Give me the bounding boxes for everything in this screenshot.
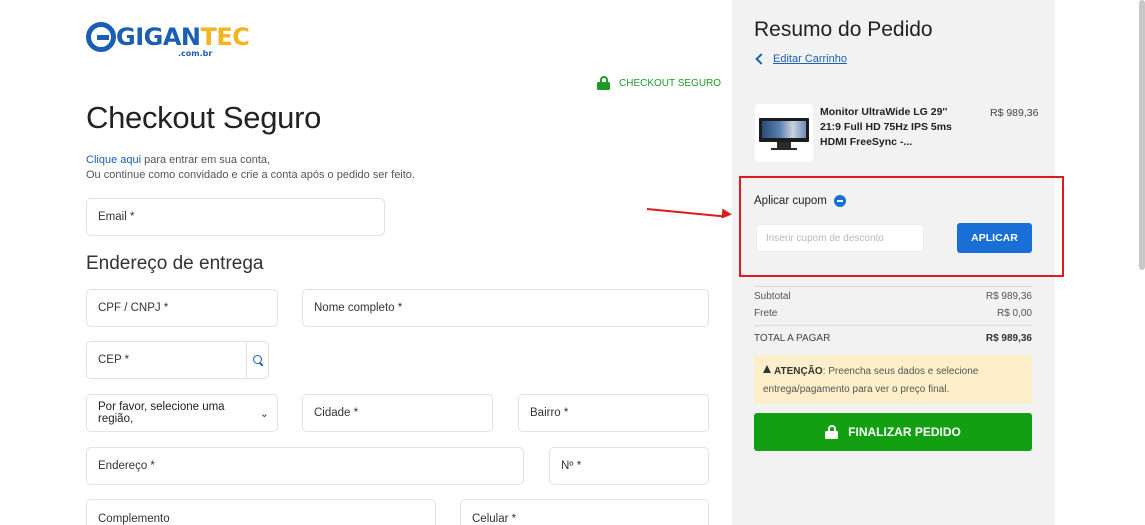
cpf-cnpj-field[interactable]: CPF / CNPJ * bbox=[86, 289, 278, 327]
region-select-value: Por favor, selecione uma região, bbox=[98, 401, 225, 425]
complement-label: Complemento bbox=[98, 513, 170, 525]
coupon-input[interactable] bbox=[756, 224, 924, 252]
subtotal-value: R$ 989,36 bbox=[985, 291, 1032, 302]
attention-notice: ATENÇÃO: Preencha seus dados e selecione… bbox=[754, 355, 1032, 404]
collapse-minus-icon bbox=[833, 195, 846, 207]
monitor-image bbox=[759, 118, 809, 142]
phone-field[interactable]: Celular * bbox=[460, 499, 709, 525]
secure-checkout-badge: CHECKOUT SEGURO bbox=[597, 76, 721, 90]
coupon-toggle[interactable]: Aplicar cupom bbox=[754, 195, 846, 207]
apply-coupon-button[interactable]: APLICAR bbox=[957, 223, 1032, 253]
coupon-label: Aplicar cupom bbox=[754, 195, 827, 207]
total-label: TOTAL A PAGAR bbox=[754, 333, 831, 344]
email-field[interactable]: Email * bbox=[86, 198, 385, 236]
city-field[interactable]: Cidade * bbox=[302, 394, 493, 432]
product-thumbnail bbox=[755, 104, 813, 162]
phone-label: Celular * bbox=[472, 513, 517, 525]
edit-cart-label: Editar Carrinho bbox=[773, 53, 847, 65]
finish-order-button[interactable]: FINALIZAR PEDIDO bbox=[754, 413, 1032, 451]
chevron-left-icon bbox=[755, 53, 767, 65]
logo-domain: .com.br bbox=[178, 49, 213, 58]
login-hint: Clique aqui para entrar em sua conta, Ou… bbox=[86, 153, 415, 183]
secure-checkout-label: CHECKOUT SEGURO bbox=[619, 77, 722, 89]
total-value: R$ 989,36 bbox=[985, 333, 1032, 344]
finish-order-label: FINALIZAR PEDIDO bbox=[848, 425, 961, 439]
cep-label: CEP * bbox=[98, 354, 130, 366]
annotation-arrow-line bbox=[646, 208, 725, 218]
number-field[interactable]: Nº * bbox=[549, 447, 709, 485]
total-row: TOTAL A PAGAR R$ 989,36 bbox=[754, 333, 1032, 344]
shipping-value: R$ 0,00 bbox=[996, 308, 1032, 319]
logo-g-mark bbox=[86, 22, 116, 52]
product-price: R$ 989,36 bbox=[990, 107, 1039, 119]
full-name-label: Nome completo * bbox=[314, 302, 403, 314]
divider bbox=[754, 286, 1032, 287]
guest-hint-text: Ou continue como convidado e crie a cont… bbox=[86, 169, 415, 181]
subtotal-label: Subtotal bbox=[754, 291, 791, 302]
complement-field[interactable]: Complemento bbox=[86, 499, 436, 525]
number-label: Nº * bbox=[561, 460, 582, 472]
cep-search-button[interactable] bbox=[246, 341, 269, 379]
lock-icon bbox=[825, 425, 839, 439]
email-field-label: Email * bbox=[98, 211, 135, 223]
warning-icon bbox=[763, 365, 771, 373]
district-label: Bairro * bbox=[530, 407, 569, 419]
divider bbox=[754, 325, 1032, 326]
annotation-arrow-head bbox=[721, 208, 733, 220]
gigantec-logo[interactable]: GIGANTEC .com.br bbox=[86, 22, 250, 58]
shipping-label: Frete bbox=[754, 308, 778, 319]
city-label: Cidade * bbox=[314, 407, 359, 419]
page-scrollbar[interactable] bbox=[1139, 0, 1145, 270]
address-label: Endereço * bbox=[98, 460, 155, 472]
shipping-row: Frete R$ 0,00 bbox=[754, 308, 1032, 319]
page-title: Checkout Seguro bbox=[86, 100, 322, 135]
monitor-base bbox=[771, 148, 797, 150]
full-name-field[interactable]: Nome completo * bbox=[302, 289, 709, 327]
address-field[interactable]: Endereço * bbox=[86, 447, 524, 485]
cep-field[interactable]: CEP * bbox=[86, 341, 247, 379]
region-select[interactable]: Por favor, selecione uma região, ⌄ bbox=[86, 394, 278, 432]
chevron-down-icon: ⌄ bbox=[259, 407, 269, 420]
district-field[interactable]: Bairro * bbox=[518, 394, 709, 432]
logo-wordmark: GIGANTEC bbox=[116, 23, 250, 51]
lock-icon bbox=[597, 76, 610, 90]
order-summary-title: Resumo do Pedido bbox=[754, 18, 933, 41]
cpf-cnpj-label: CPF / CNPJ * bbox=[98, 302, 169, 314]
login-hint-text: para entrar em sua conta, bbox=[141, 154, 271, 166]
shipping-section-title: Endereço de entrega bbox=[86, 253, 264, 274]
warning-strong: ATENÇÃO bbox=[774, 366, 823, 377]
login-link[interactable]: Clique aqui bbox=[86, 154, 141, 166]
product-name: Monitor UltraWide LG 29'' 21:9 Full HD 7… bbox=[820, 106, 952, 148]
edit-cart-link[interactable]: Editar Carrinho bbox=[754, 53, 847, 65]
search-icon bbox=[252, 355, 263, 365]
subtotal-row: Subtotal R$ 989,36 bbox=[754, 291, 1032, 302]
